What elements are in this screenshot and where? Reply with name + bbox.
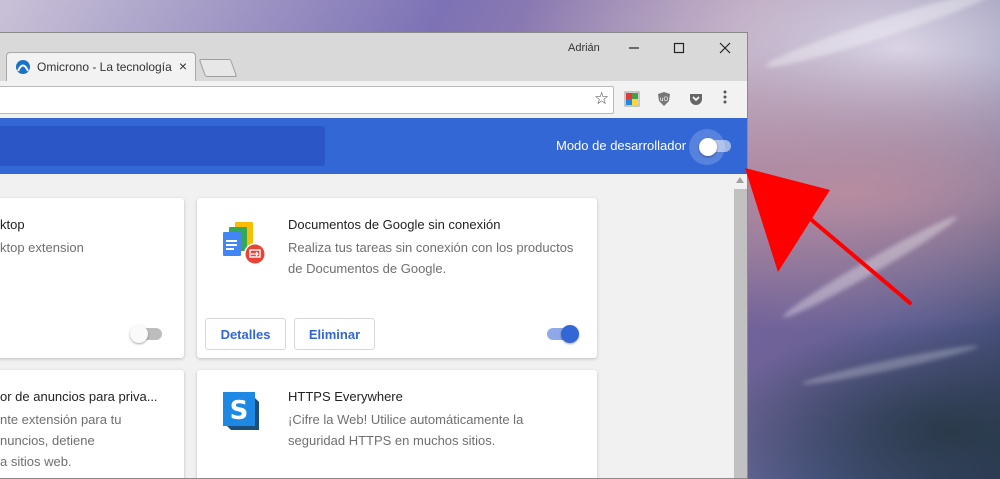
address-bar[interactable] xyxy=(0,86,614,114)
tab-title: Omicrono - La tecnología xyxy=(37,60,172,74)
extension-enable-toggle[interactable] xyxy=(545,325,579,343)
extension-card: ktop ktop extension xyxy=(0,198,184,358)
extensions-header: Modo de desarrollador xyxy=(0,118,747,174)
developer-mode-label: Modo de desarrollador xyxy=(556,138,687,153)
ublock-icon[interactable]: uO xyxy=(655,90,673,108)
extension-description: Realiza tus tareas sin conexión con los … xyxy=(288,240,574,276)
browser-toolbar: ☆ uO xyxy=(0,81,747,118)
new-tab-button[interactable] xyxy=(198,59,238,77)
extension-description: nte extensión para tu nuncios, detiene a… xyxy=(0,412,122,469)
extension-card: or de anuncios para priva... nte extensi… xyxy=(0,370,184,478)
extensions-search-bar[interactable] xyxy=(0,126,325,166)
extension-description: ktop extension xyxy=(0,240,84,255)
tab-close-icon[interactable]: × xyxy=(179,59,187,73)
profile-name[interactable]: Adrián xyxy=(568,42,600,54)
close-window-button[interactable] xyxy=(703,33,747,63)
vertical-scrollbar[interactable] xyxy=(733,174,747,478)
omicrono-favicon-icon xyxy=(15,59,31,75)
browser-window: Omicrono - La tecnología × Adrián ☆ uO M… xyxy=(0,32,748,479)
developer-mode-toggle[interactable] xyxy=(689,129,733,165)
color-picker-icon[interactable] xyxy=(623,90,641,108)
chrome-menu-icon[interactable] xyxy=(720,89,730,105)
https-everywhere-icon: S xyxy=(223,392,259,435)
title-bar: Omicrono - La tecnología × Adrián xyxy=(0,33,747,81)
pocket-icon[interactable] xyxy=(687,90,705,108)
extension-title: HTTPS Everywhere xyxy=(288,389,403,404)
browser-tab[interactable]: Omicrono - La tecnología × xyxy=(6,52,196,81)
scroll-up-icon[interactable] xyxy=(736,177,744,183)
svg-text:S: S xyxy=(230,396,249,426)
details-button[interactable]: Detalles xyxy=(205,318,286,350)
extension-enable-toggle[interactable] xyxy=(130,325,164,343)
extension-title: or de anuncios para priva... xyxy=(0,389,158,404)
minimize-button[interactable] xyxy=(612,33,656,63)
remove-button[interactable]: Eliminar xyxy=(294,318,375,350)
extensions-list: ktop ktop extension Documentos de Google… xyxy=(0,174,733,478)
svg-text:uO: uO xyxy=(660,96,669,103)
bookmark-star-icon[interactable]: ☆ xyxy=(594,90,609,107)
extension-title: Documentos de Google sin conexión xyxy=(288,217,501,232)
extension-card: S HTTPS Everywhere ¡Cifre la Web! Utilic… xyxy=(197,370,597,478)
google-docs-offline-icon xyxy=(221,220,269,275)
scrollbar-thumb[interactable] xyxy=(734,189,747,478)
maximize-button[interactable] xyxy=(657,33,701,63)
extension-title: ktop xyxy=(0,217,25,232)
extension-description: ¡Cifre la Web! Utilice automáticamente l… xyxy=(288,412,524,448)
extension-card: Documentos de Google sin conexión Realiz… xyxy=(197,198,597,358)
